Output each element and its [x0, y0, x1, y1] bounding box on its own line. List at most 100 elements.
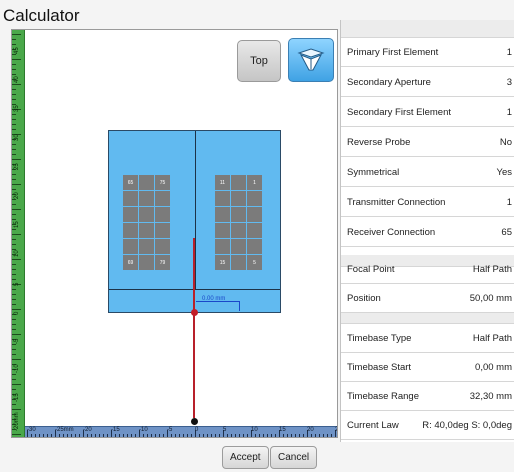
ruler-tick	[12, 44, 16, 45]
ruler-label: 0	[195, 427, 199, 433]
accept-button[interactable]: Accept	[222, 446, 269, 469]
ruler-tick	[12, 409, 21, 410]
property-row[interactable]: Timebase Start 0,00 mm	[341, 353, 514, 382]
3d-view-button[interactable]	[288, 38, 334, 82]
ruler-tick	[12, 219, 16, 220]
transducer-element	[231, 239, 246, 254]
ruler-tick	[315, 434, 316, 437]
ruler-label: 10	[14, 250, 20, 257]
transducer-element: 79	[155, 255, 170, 270]
ruler-tick	[12, 334, 21, 335]
ruler-tick	[12, 329, 16, 330]
property-row[interactable]: Reverse Probe No	[341, 128, 514, 157]
ruler-tick	[59, 434, 60, 437]
ruler-tick	[12, 154, 16, 155]
property-row[interactable]: Timebase Range 32,30 mm	[341, 382, 514, 411]
property-row[interactable]: Secondary Aperture 3	[341, 68, 514, 97]
property-label: Receiver Connection	[347, 226, 436, 238]
beam-path-line	[193, 238, 195, 418]
ruler-tick	[75, 434, 76, 437]
ruler-tick	[179, 434, 180, 437]
ruler-tick	[12, 234, 21, 235]
property-row[interactable]: Symmetrical Yes	[341, 158, 514, 187]
ruler-tick	[12, 189, 16, 190]
transducer-element: 15	[215, 255, 230, 270]
ruler-tick	[12, 269, 16, 270]
ruler-tick	[99, 434, 100, 437]
ruler-tick	[12, 374, 16, 375]
property-label: Timebase Range	[347, 390, 419, 402]
ruler-tick	[12, 389, 16, 390]
property-value: 1	[506, 196, 512, 208]
cancel-button[interactable]: Cancel	[270, 446, 318, 469]
ruler-tick	[12, 319, 16, 320]
ruler-tick	[12, 184, 21, 185]
ruler-tick	[51, 434, 52, 437]
property-row[interactable]: Receiver Connection 65	[341, 218, 514, 247]
ruler-tick	[12, 129, 16, 130]
ruler-tick	[235, 434, 236, 437]
property-row[interactable]: Secondary First Element 1	[341, 98, 514, 127]
focal-point-marker[interactable]	[191, 418, 198, 425]
ruler-tick	[159, 434, 160, 437]
property-value: 32,30 mm	[469, 390, 512, 402]
property-row[interactable]: Transmitter Connection 1	[341, 188, 514, 217]
transducer-element	[123, 223, 138, 238]
ruler-tick	[71, 434, 72, 437]
ruler-tick	[143, 434, 144, 437]
ruler-label: 35	[14, 105, 20, 112]
transducer-element: 5	[247, 255, 262, 270]
ruler-label: 15	[279, 427, 286, 433]
transducer-element: 1	[247, 175, 262, 190]
ruler-tick	[215, 434, 216, 437]
transducer-element	[139, 239, 154, 254]
property-row[interactable]: Timebase Type Half Path	[341, 324, 514, 353]
probe-index-point[interactable]	[191, 309, 198, 316]
ruler-tick	[12, 354, 16, 355]
property-row[interactable]: Primary First Element 1	[341, 38, 514, 67]
ruler-tick	[47, 434, 48, 437]
property-value: Yes	[496, 166, 513, 178]
property-row[interactable]: Position 50,00 mm	[341, 284, 514, 313]
ruler-label: -15	[14, 393, 20, 402]
ruler-tick	[199, 434, 200, 437]
calculator-window: Calculator 45 40 35 30 25 20 15 10 5 0 -5 -10 -15 -20…	[0, 0, 514, 472]
ruler-tick	[231, 434, 232, 437]
property-row[interactable]: Focal Point Half Path	[341, 255, 514, 284]
ruler-tick	[243, 434, 244, 437]
ruler-tick	[239, 434, 240, 437]
ruler-tick	[163, 434, 164, 437]
transducer-element	[247, 191, 262, 206]
ruler-tick	[287, 434, 288, 437]
probe-view[interactable]: 45 40 35 30 25 20 15 10 5 0 -5 -10 -15 -20mm 65 75 69 79…	[11, 29, 338, 438]
ruler-tick	[12, 209, 21, 210]
ruler-label: 0	[14, 311, 20, 315]
ruler-tick	[12, 309, 21, 310]
ruler-label: -10	[139, 427, 148, 433]
property-row[interactable]: Current Law R: 40,0deg S: 0,0deg	[341, 411, 514, 440]
offset-bracket	[196, 301, 240, 311]
property-label: Secondary First Element	[347, 106, 452, 118]
ruler-tick	[171, 434, 172, 437]
ruler-tick	[67, 434, 68, 437]
ruler-tick	[12, 69, 16, 70]
ruler-tick	[12, 279, 16, 280]
property-label: Primary First Element	[347, 46, 439, 58]
ruler-tick	[95, 434, 96, 437]
ruler-tick	[311, 434, 312, 437]
panel-header-gap	[341, 20, 514, 38]
ruler-tick	[12, 74, 16, 75]
transducer-element	[139, 223, 154, 238]
ruler-tick	[12, 124, 16, 125]
transducer-element	[139, 175, 154, 190]
transducer-element	[123, 191, 138, 206]
ruler-tick	[35, 434, 36, 437]
ruler-tick	[115, 434, 116, 437]
top-view-button[interactable]: Top	[237, 40, 281, 82]
ruler-tick	[331, 434, 332, 437]
ruler-tick	[107, 434, 108, 437]
ruler-tick	[259, 434, 260, 437]
ruler-label: 45	[14, 47, 20, 54]
transducer-element	[155, 223, 170, 238]
ruler-tick	[12, 434, 21, 435]
